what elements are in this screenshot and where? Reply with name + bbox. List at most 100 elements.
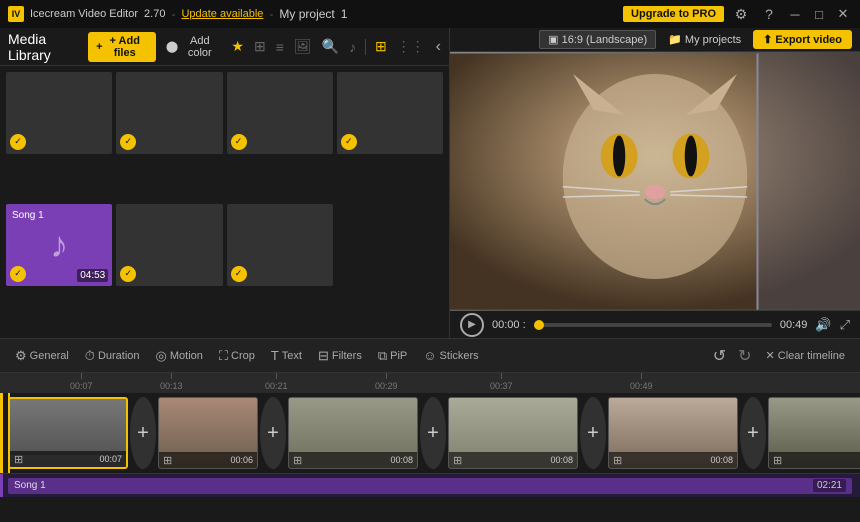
update-link[interactable]: Update available	[181, 8, 263, 20]
aspect-ratio-button[interactable]: ▣ 16:9 (Landscape)	[539, 30, 656, 49]
toolbar-sep	[365, 39, 366, 55]
media-item-2[interactable]: ✓	[116, 72, 222, 154]
check-3: ✓	[231, 134, 247, 150]
upgrade-button[interactable]: Upgrade to PRO	[623, 6, 724, 22]
grid-list-icon[interactable]: ≡	[273, 37, 287, 57]
clip-4[interactable]: ⊞ 00:08	[448, 397, 578, 469]
preview-controls: ▶ 00:00 : 00:49 🔊 ⤢	[450, 311, 860, 338]
clip-1-thumb	[10, 399, 126, 455]
video-preview-panel: ▣ 16:9 (Landscape) 📁 My projects ⬆ Expor…	[450, 28, 860, 338]
settings-button[interactable]: ⚙	[730, 3, 752, 25]
minimize-button[interactable]: ─	[786, 5, 804, 23]
clip-1-icon: ⊞	[14, 453, 23, 466]
media-item-4[interactable]: ✓	[337, 72, 443, 154]
media-item-1[interactable]: ✓	[6, 72, 112, 154]
media-library-panel: Media Library + + Add files ⬤ Add color …	[0, 28, 450, 338]
star-icon[interactable]: ★	[228, 36, 247, 57]
text-tool[interactable]: T Text	[264, 345, 309, 366]
filters-tool[interactable]: ⊟ Filters	[311, 345, 369, 367]
ruler-mark-4: 00:29	[375, 373, 398, 391]
my-projects-button[interactable]: 📁 My projects	[662, 31, 747, 48]
clip-4-thumb	[449, 398, 577, 454]
aspect-icon: ▣	[548, 33, 558, 46]
clear-timeline-button[interactable]: ✕ Clear timeline	[759, 346, 852, 365]
add-files-button[interactable]: + + Add files	[88, 32, 156, 62]
app-logo: IV	[8, 6, 24, 22]
add-clip-5[interactable]: +	[740, 397, 766, 469]
check-6: ✓	[231, 266, 247, 282]
music-note-icon: ♪	[50, 224, 68, 266]
app-version: 2.70	[144, 8, 165, 20]
image-icon[interactable]: 🖼	[291, 36, 315, 57]
undo-button[interactable]: ↺	[708, 344, 731, 368]
media-item-song[interactable]: Song 1 ♪ ✓ 04:53	[6, 204, 112, 286]
help-button[interactable]: ?	[758, 3, 780, 25]
clip-3[interactable]: ⊞ 00:08	[288, 397, 418, 469]
motion-tool[interactable]: ◎ Motion	[149, 345, 210, 367]
export-icon: ⬆	[763, 33, 772, 46]
close-button[interactable]: ✕	[834, 5, 852, 23]
project-number: 1	[341, 7, 348, 21]
check-2: ✓	[120, 134, 136, 150]
timeline-ruler: 00:07 00:13 00:21 00:29 00:37 00:49	[0, 373, 860, 393]
song-track: Song 1 02:21	[0, 473, 860, 497]
duration-icon: ⏱	[85, 348, 95, 364]
ruler-mark-3: 00:21	[265, 373, 288, 391]
mark-line-4	[386, 373, 387, 379]
app-name: Icecream Video Editor	[30, 8, 138, 20]
main-area: Media Library + + Add files ⬤ Add color …	[0, 28, 860, 338]
clip-6-thumb	[769, 398, 860, 454]
duration-tool[interactable]: ⏱ Duration	[78, 345, 147, 367]
clip-6[interactable]: ⊞ 00:12	[768, 397, 860, 469]
circle-icon: ⬤	[166, 40, 178, 53]
clip-1[interactable]: ⊞ 00:07	[8, 397, 128, 469]
clip-5-icon: ⊞	[613, 454, 622, 467]
volume-button[interactable]: 🔊	[815, 317, 831, 333]
timeline-section: ⚙ General ⏱ Duration ◎ Motion ⛶ Crop T T…	[0, 338, 860, 522]
media-item-6[interactable]: ✓	[227, 204, 333, 286]
add-clip-4[interactable]: +	[580, 397, 606, 469]
video-frame	[450, 52, 860, 311]
export-video-button[interactable]: ⬆ Export video	[753, 30, 852, 49]
add-clip-1[interactable]: +	[130, 397, 156, 469]
seek-bar[interactable]	[534, 323, 772, 327]
add-color-button[interactable]: ⬤ Add color	[160, 32, 225, 62]
search-icon[interactable]: 🔍	[319, 36, 342, 57]
clip-2[interactable]: ⊞ 00:06	[158, 397, 258, 469]
stickers-tool[interactable]: ☺ Stickers	[416, 345, 485, 366]
media-item-5[interactable]: ✓	[116, 204, 222, 286]
time-end: 00:49	[780, 319, 808, 331]
music-icon[interactable]: ♪	[346, 37, 359, 57]
add-clip-2[interactable]: +	[260, 397, 286, 469]
grid-yellow-icon[interactable]: ⊞	[372, 36, 390, 57]
song-track-bar: Song 1 02:21	[8, 478, 852, 494]
clip-5[interactable]: ⊞ 00:08	[608, 397, 738, 469]
time-current: 00:00 :	[492, 319, 526, 331]
back-button[interactable]: ‹	[436, 38, 441, 56]
filters-icon: ⊟	[318, 348, 329, 364]
mark-line-5	[501, 373, 502, 379]
clip-5-thumb	[609, 398, 737, 454]
ruler-mark-6: 00:49	[630, 373, 653, 391]
grid-dots-icon[interactable]: ⋮⋮	[394, 36, 428, 57]
redo-button[interactable]: ↻	[733, 344, 756, 368]
media-item-3[interactable]: ✓	[227, 72, 333, 154]
grid-4-icon[interactable]: ⊞	[251, 36, 269, 57]
clip-3-duration: 00:08	[390, 455, 413, 465]
maximize-button[interactable]: □	[810, 5, 828, 23]
check-5: ✓	[120, 266, 136, 282]
song-label: Song 1	[12, 210, 44, 221]
clear-x-icon: ✕	[766, 349, 775, 362]
seek-handle[interactable]	[534, 320, 544, 330]
crop-tool[interactable]: ⛶ Crop	[212, 345, 262, 367]
general-tool[interactable]: ⚙ General	[8, 345, 76, 367]
clip-2-duration: 00:06	[230, 455, 253, 465]
fullscreen-button[interactable]: ⤢	[840, 317, 850, 333]
check-4: ✓	[341, 134, 357, 150]
clip-6-bar: ⊞ 00:12	[769, 452, 860, 468]
ruler-mark-5: 00:37	[490, 373, 513, 391]
pip-tool[interactable]: ⧉ PiP	[371, 345, 414, 367]
play-button[interactable]: ▶	[460, 313, 484, 337]
add-clip-3[interactable]: +	[420, 397, 446, 469]
ruler-mark-1: 00:07	[70, 373, 93, 391]
